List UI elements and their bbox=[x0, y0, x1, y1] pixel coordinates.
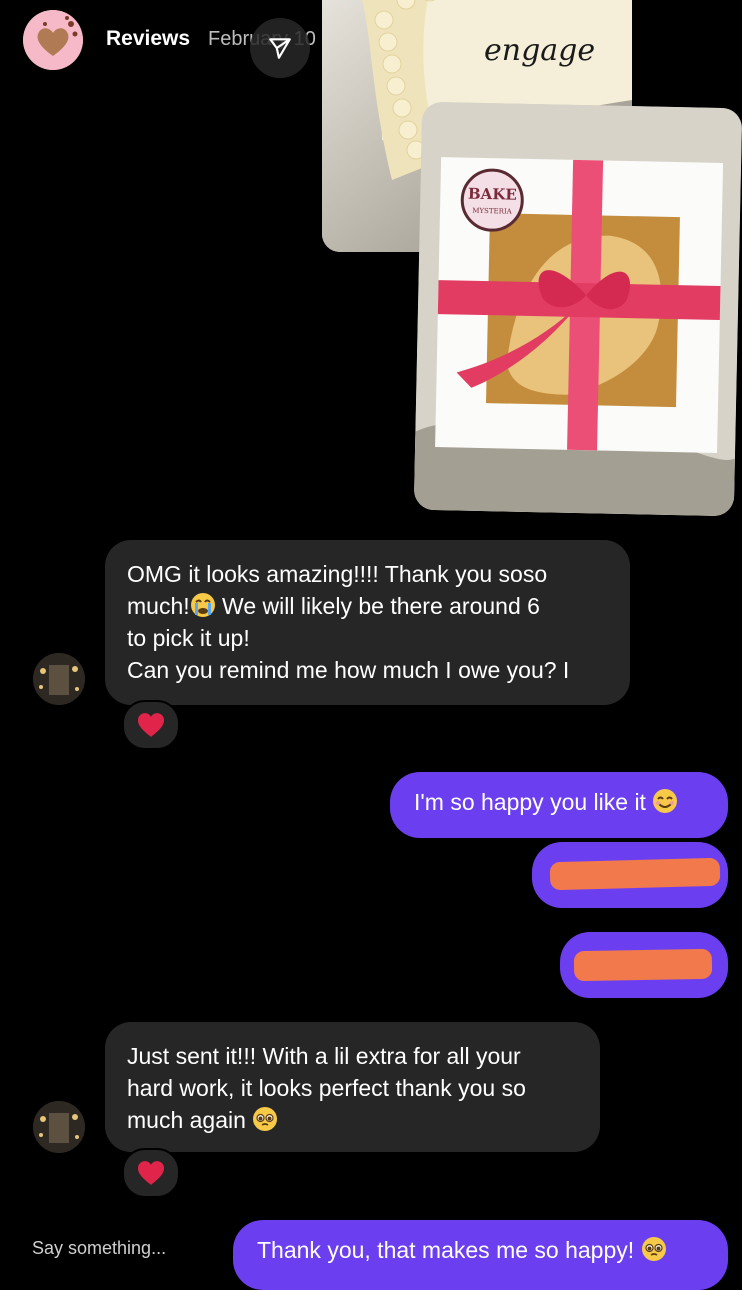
cookie-heart-icon bbox=[23, 10, 83, 70]
avatar-image bbox=[33, 1101, 85, 1153]
sender-avatar[interactable] bbox=[33, 653, 85, 705]
message-text-line: hard work, it looks perfect thank you so bbox=[127, 1075, 526, 1101]
pleading-emoji-icon bbox=[253, 1107, 278, 1131]
outgoing-message-bubble-redacted[interactable] bbox=[560, 932, 728, 998]
cake-box-photo[interactable]: BAKE MYSTERIA bbox=[413, 101, 742, 517]
message-input[interactable]: Say something... bbox=[32, 1238, 166, 1259]
redaction-mark bbox=[573, 948, 713, 982]
crying-emoji-icon bbox=[190, 593, 215, 617]
pleading-emoji-icon bbox=[641, 1237, 666, 1261]
redaction-mark bbox=[549, 857, 721, 891]
bakery-logo-subtext: MYSTERIA bbox=[472, 207, 513, 216]
message-text: I'm so happy you like it bbox=[414, 789, 653, 815]
message-text-line: Can you remind me how much I owe you? I bbox=[127, 657, 570, 683]
cake-inscription: engage bbox=[484, 33, 595, 68]
message-text: much! bbox=[127, 593, 190, 619]
share-button[interactable] bbox=[250, 18, 310, 78]
share-icon bbox=[269, 38, 291, 59]
message-text-line: to pick it up! bbox=[127, 625, 250, 651]
message-text-line: Just sent it!!! With a lil extra for all… bbox=[127, 1043, 521, 1069]
message-text-line: OMG it looks amazing!!!! Thank you soso bbox=[127, 561, 548, 587]
story-avatar[interactable] bbox=[23, 10, 83, 70]
message-text: much again bbox=[127, 1107, 253, 1133]
incoming-message-bubble[interactable]: Just sent it!!! With a lil extra for all… bbox=[105, 1022, 600, 1152]
heart-reaction-icon bbox=[138, 713, 164, 737]
smiling-emoji-icon bbox=[653, 789, 678, 813]
cake-box-image: BAKE MYSTERIA bbox=[413, 101, 742, 517]
heart-reaction[interactable] bbox=[122, 1148, 180, 1198]
message-text: Thank you, that makes me so happy! bbox=[257, 1237, 641, 1263]
chat-title[interactable]: Reviews bbox=[106, 27, 190, 51]
sender-avatar[interactable] bbox=[33, 1101, 85, 1153]
incoming-message-bubble[interactable]: OMG it looks amazing!!!! Thank you soso … bbox=[105, 540, 630, 705]
heart-reaction[interactable] bbox=[122, 700, 180, 750]
message-text: We will likely be there around 6 bbox=[215, 593, 540, 619]
heart-reaction-icon bbox=[138, 1161, 164, 1185]
outgoing-message-bubble[interactable]: I'm so happy you like it bbox=[390, 772, 728, 838]
avatar-image bbox=[33, 653, 85, 705]
bakery-logo-text: BAKE bbox=[468, 185, 517, 204]
outgoing-message-bubble-redacted[interactable] bbox=[532, 842, 728, 908]
